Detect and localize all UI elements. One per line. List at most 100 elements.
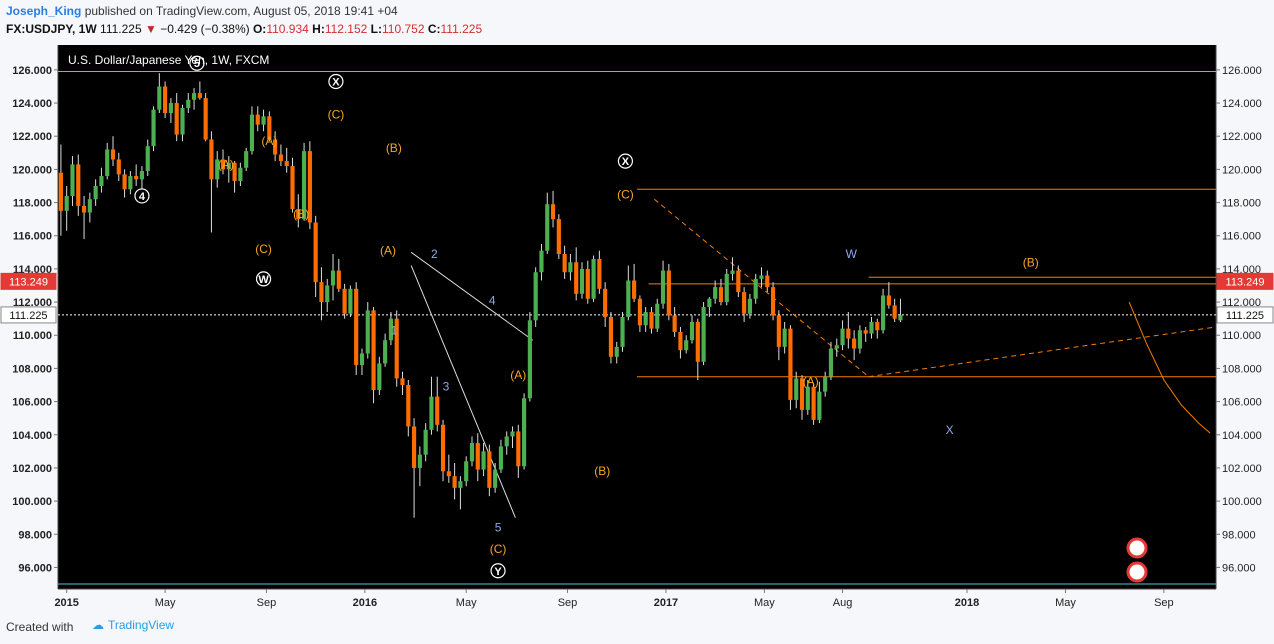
wave-label: X [946, 423, 954, 437]
change-value: −0.429 (−0.38%) [160, 22, 250, 36]
candle-down [290, 166, 295, 210]
wave-label: (B) [293, 207, 309, 221]
candle-down [313, 222, 318, 283]
candle-up [840, 328, 845, 346]
candle-up [105, 149, 110, 177]
candle-up [99, 176, 104, 186]
down-arrow-icon: ▼ [144, 22, 157, 36]
candle-down [412, 426, 417, 468]
candle-up [568, 262, 573, 273]
candle-up [458, 481, 463, 488]
wave-label: (C) [255, 242, 272, 256]
candle-down [342, 288, 347, 314]
candle-down [811, 386, 816, 420]
candle-down [765, 275, 770, 288]
wave-label: 1 [390, 323, 397, 337]
price-badge-left-label: 113.249 [9, 276, 48, 288]
candle-down [608, 317, 614, 357]
y-tick-label: 124.000 [12, 98, 52, 110]
candle-up [707, 298, 712, 308]
wave-label: X [332, 76, 340, 88]
candle-up [527, 320, 532, 399]
y-tick-label: 102.000 [1222, 463, 1262, 475]
wave-label: 3 [443, 380, 450, 394]
y-tick-label: 110.000 [1222, 330, 1261, 342]
candle-down [556, 219, 561, 254]
candle-up [429, 396, 434, 430]
wave-label: (A) [510, 368, 526, 382]
candle-down [209, 139, 214, 180]
y-tick-label: 126.000 [12, 65, 52, 77]
candle-up [898, 315, 903, 321]
ohlc-line: FX:USDJPY, 1W 111.225 ▼ −0.429 (−0.38%) … [6, 22, 482, 36]
candle-up [348, 288, 353, 314]
candle-down [475, 443, 480, 470]
candle-down [371, 310, 376, 390]
y-tick-label: 108.000 [1222, 363, 1262, 375]
x-tick-label: May [754, 597, 775, 609]
wave-label: (A) [261, 134, 277, 148]
candle-down [110, 149, 116, 160]
candle-up [325, 285, 330, 303]
candle-up [481, 451, 486, 470]
high-value: 112.152 [324, 22, 368, 36]
x-tick-label: Aug [833, 597, 853, 609]
candle-up [701, 307, 706, 362]
author-link[interactable]: Joseph_King [6, 4, 81, 18]
candle-up [753, 278, 758, 299]
chart-title: U.S. Dollar/Japanese Yen, 1W, FXCM [68, 53, 269, 67]
candle-up [747, 298, 752, 314]
x-tick-label: 2015 [54, 597, 78, 609]
plot-area [58, 45, 1216, 589]
candle-down [122, 174, 127, 190]
wave-label: (A) [380, 244, 396, 258]
flag-event-icon[interactable] [1126, 561, 1148, 583]
x-tick-label: Sep [257, 597, 277, 609]
chart-canvas[interactable]: 5X(C)(A)(A)(B)4(B)(C)W(A) 2413(A)5(C)Y(B)… [0, 42, 1274, 612]
candle-down [846, 328, 851, 339]
candle-up [533, 272, 538, 321]
candle-up [857, 330, 862, 349]
candle-down [585, 268, 590, 299]
low-label: L: [370, 22, 382, 36]
candle-up [244, 151, 249, 168]
candle-up [238, 167, 243, 181]
candle-up [93, 185, 98, 200]
candle-up [869, 321, 874, 334]
candle-up [759, 275, 764, 279]
wave-label: (A) [803, 375, 819, 389]
wave-label: 5 [495, 521, 502, 535]
candle-up [689, 321, 695, 341]
candle-up [545, 204, 550, 251]
wave-label: W [846, 247, 858, 261]
wave-label: Y [494, 566, 502, 578]
candle-up [64, 195, 69, 211]
wave-label: 4 [489, 293, 496, 307]
candle-up [365, 310, 370, 354]
y-tick-label: 104.000 [12, 430, 52, 442]
candle-up [168, 103, 173, 113]
y-tick-label: 100.000 [1222, 496, 1262, 508]
wave-label: 4 [139, 191, 146, 203]
wave-label: (A) [218, 157, 234, 171]
created-with-text: Created with [6, 620, 74, 634]
candle-down [440, 424, 446, 472]
cloud-logo-icon: ☁ [92, 618, 104, 632]
candle-up [504, 436, 509, 447]
y-tick-label: 96.000 [18, 562, 52, 574]
y-tick-label: 122.000 [1222, 131, 1262, 143]
candle-down [632, 280, 637, 299]
calendar-event-icon[interactable] [1126, 537, 1148, 559]
candle-down [597, 258, 602, 289]
y-tick-label: 98.000 [1222, 529, 1256, 541]
candle-up [782, 328, 787, 347]
x-tick-label: 2018 [955, 597, 979, 609]
brand-name: TradingView [108, 618, 175, 632]
tradingview-brand[interactable]: ☁ TradingView [88, 618, 174, 632]
candle-down [603, 288, 608, 317]
candle-down [718, 287, 724, 303]
candle-down [284, 161, 289, 167]
candle-down [354, 288, 359, 366]
candle-up [614, 346, 619, 357]
y-tick-label: 120.000 [1222, 164, 1262, 176]
